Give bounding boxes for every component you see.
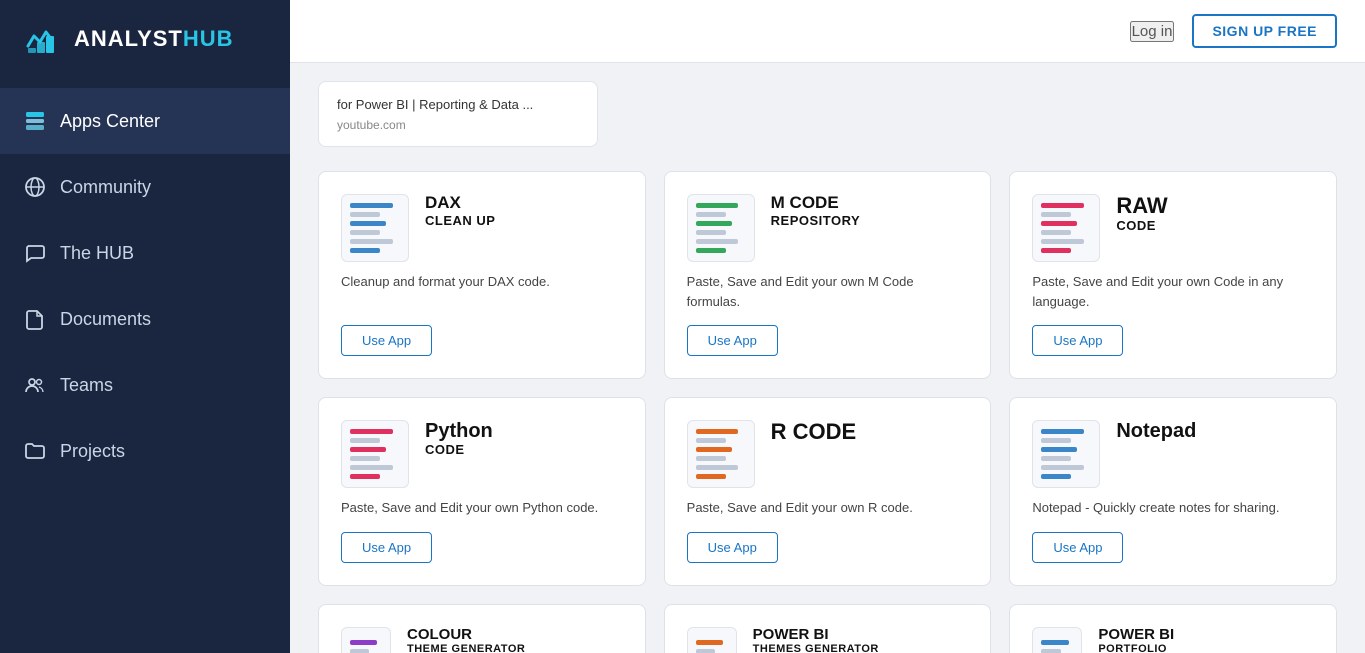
sidebar-item-teams[interactable]: Teams	[0, 352, 290, 418]
app-subtitle: CLEAN UP	[425, 213, 623, 228]
app-title-block: R CODE	[771, 420, 969, 444]
logo-text: ANALYSTHUB	[74, 26, 234, 52]
app-card-header: POWER BI PORTFOLIO Share Pictures	[1032, 627, 1314, 653]
app-card-colour-theme: COLOUR THEME GENERATOR Create beautiful	[318, 604, 646, 653]
use-app-button-notepad[interactable]: Use App	[1032, 532, 1123, 563]
app-desc: Paste, Save and Edit your own M Code for…	[687, 272, 969, 311]
app-desc: Paste, Save and Edit your own R code.	[687, 498, 969, 518]
people-icon	[24, 374, 46, 396]
app-card-powerbi-themes: POWER BI THEMES GENERATOR	[664, 604, 992, 653]
app-title: M CODE	[771, 194, 969, 213]
sidebar-nav: Apps Center Community The HUB Documents	[0, 88, 290, 484]
chat-icon	[24, 242, 46, 264]
app-title: POWER BI	[753, 627, 969, 644]
logo-icon	[20, 18, 62, 60]
sidebar-item-the-hub[interactable]: The HUB	[0, 220, 290, 286]
app-card-dax-cleanup: DAX CLEAN UP Cleanup and format your DAX…	[318, 171, 646, 379]
app-card-python: Python CODE Paste, Save and Edit your ow…	[318, 397, 646, 586]
app-subtitle: PORTFOLIO	[1098, 643, 1314, 653]
app-title-block: COLOUR THEME GENERATOR	[407, 627, 623, 653]
app-thumbnail-pbi-themes	[687, 627, 737, 653]
app-card-notepad: Notepad Notepad - Quickly create notes f…	[1009, 397, 1337, 586]
app-card-header: Notepad	[1032, 420, 1314, 488]
use-app-button-dax[interactable]: Use App	[341, 325, 432, 356]
sidebar-item-documents-label: Documents	[60, 309, 151, 330]
app-title: POWER BI	[1098, 627, 1314, 644]
app-title-block: DAX CLEAN UP	[425, 194, 623, 228]
app-desc: Paste, Save and Edit your own Python cod…	[341, 498, 623, 518]
app-title: DAX	[425, 194, 623, 213]
app-desc: Paste, Save and Edit your own Code in an…	[1032, 272, 1314, 311]
app-thumbnail-dax	[341, 194, 409, 262]
app-thumbnail-rcode	[687, 420, 755, 488]
sidebar-item-apps-center-label: Apps Center	[60, 111, 160, 132]
app-card-raw-code: RAW CODE Paste, Save and Edit your own C…	[1009, 171, 1337, 379]
use-app-button-rcode[interactable]: Use App	[687, 532, 778, 563]
layers-icon	[24, 110, 46, 132]
logo-area: ANALYSTHUB	[0, 0, 290, 78]
sidebar-item-projects[interactable]: Projects	[0, 418, 290, 484]
app-card-header: RAW CODE	[1032, 194, 1314, 262]
main-content: Log in SIGN UP FREE for Power BI | Repor…	[290, 0, 1365, 653]
app-card-header: DAX CLEAN UP	[341, 194, 623, 262]
use-app-button-mcode[interactable]: Use App	[687, 325, 778, 356]
app-thumbnail-mcode	[687, 194, 755, 262]
app-card-header: R CODE	[687, 420, 969, 488]
use-app-button-python[interactable]: Use App	[341, 532, 432, 563]
app-card-header: POWER BI THEMES GENERATOR	[687, 627, 969, 653]
yt-title: for Power BI | Reporting & Data ...	[337, 96, 579, 114]
app-desc: Cleanup and format your DAX code.	[341, 272, 623, 311]
login-button[interactable]: Log in	[1130, 21, 1175, 42]
app-title: COLOUR	[407, 627, 623, 644]
sidebar-item-community-label: Community	[60, 177, 151, 198]
yt-preview-card: for Power BI | Reporting & Data ... yout…	[318, 81, 598, 147]
sidebar-item-documents[interactable]: Documents	[0, 286, 290, 352]
app-desc: Notepad - Quickly create notes for shari…	[1032, 498, 1314, 518]
sidebar-item-the-hub-label: The HUB	[60, 243, 134, 264]
app-subtitle: THEMES GENERATOR	[753, 643, 969, 653]
app-title-block: M CODE REPOSITORY	[771, 194, 969, 228]
app-title-block: RAW CODE	[1116, 194, 1314, 233]
app-thumbnail-pbi-portfolio	[1032, 627, 1082, 653]
app-thumbnail-notepad	[1032, 420, 1100, 488]
topbar: Log in SIGN UP FREE	[290, 0, 1365, 63]
app-cards-row2: Python CODE Paste, Save and Edit your ow…	[318, 397, 1337, 586]
use-app-button-rawcode[interactable]: Use App	[1032, 325, 1123, 356]
app-title: Notepad	[1116, 420, 1314, 442]
app-title: R CODE	[771, 420, 969, 444]
app-title: RAW	[1116, 194, 1314, 218]
app-subtitle: CODE	[1116, 218, 1314, 233]
app-thumbnail-python	[341, 420, 409, 488]
app-card-header: Python CODE	[341, 420, 623, 488]
app-subtitle: THEME GENERATOR	[407, 643, 623, 653]
app-thumbnail-colour	[341, 627, 391, 653]
signup-button[interactable]: SIGN UP FREE	[1192, 14, 1337, 48]
app-card-powerbi-portfolio: POWER BI PORTFOLIO Share Pictures	[1009, 604, 1337, 653]
app-title-block: Python CODE	[425, 420, 623, 457]
app-card-header: M CODE REPOSITORY	[687, 194, 969, 262]
app-title-block: Notepad	[1116, 420, 1314, 442]
app-card-rcode: R CODE Paste, Save and Edit your own R c…	[664, 397, 992, 586]
app-card-header: COLOUR THEME GENERATOR	[341, 627, 623, 653]
app-title: Python	[425, 420, 623, 442]
folder-icon	[24, 440, 46, 462]
sidebar-item-apps-center[interactable]: Apps Center	[0, 88, 290, 154]
sidebar-item-community[interactable]: Community	[0, 154, 290, 220]
app-cards-row1: DAX CLEAN UP Cleanup and format your DAX…	[318, 171, 1337, 379]
sidebar-item-projects-label: Projects	[60, 441, 125, 462]
sidebar: ANALYSTHUB Apps Center Community The HUB	[0, 0, 290, 653]
globe-icon	[24, 176, 46, 198]
app-title-block: POWER BI PORTFOLIO Share Pictures	[1098, 627, 1314, 653]
cards-area: for Power BI | Reporting & Data ... yout…	[290, 63, 1365, 653]
sidebar-item-teams-label: Teams	[60, 375, 113, 396]
app-subtitle: CODE	[425, 442, 623, 457]
app-title-block: POWER BI THEMES GENERATOR	[753, 627, 969, 653]
app-thumbnail-rawcode	[1032, 194, 1100, 262]
doc-icon	[24, 308, 46, 330]
app-subtitle: REPOSITORY	[771, 213, 969, 228]
app-card-m-code: M CODE REPOSITORY Paste, Save and Edit y…	[664, 171, 992, 379]
yt-url: youtube.com	[337, 118, 579, 132]
app-cards-row3: COLOUR THEME GENERATOR Create beautiful …	[318, 604, 1337, 653]
